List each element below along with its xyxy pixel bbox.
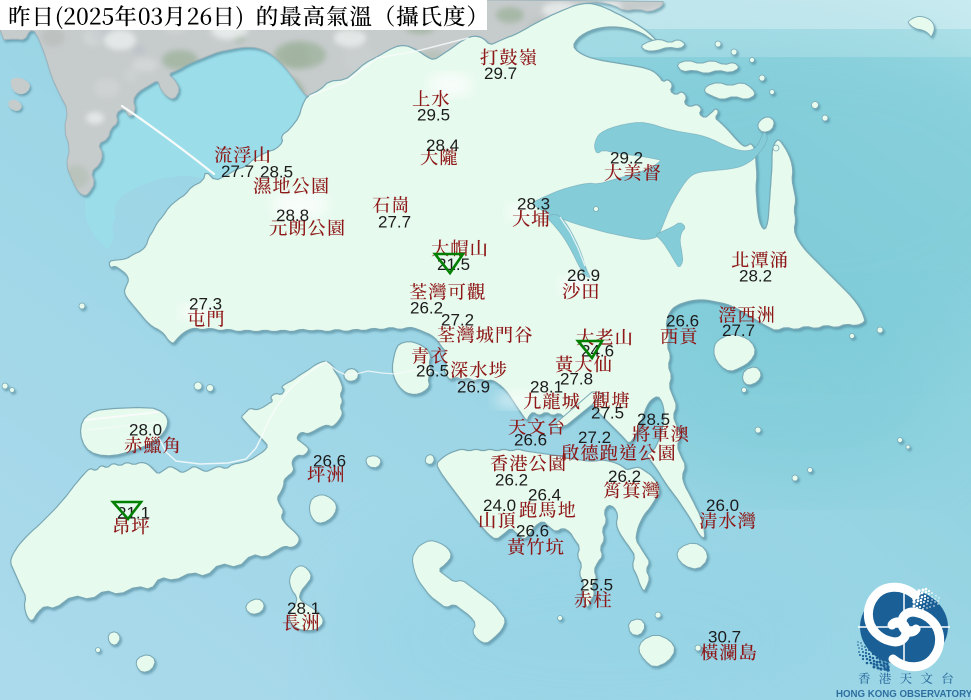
svg-text:24.0: 24.0 — [483, 496, 516, 515]
svg-text:27.5: 27.5 — [591, 404, 624, 423]
svg-text:27.8: 27.8 — [560, 370, 593, 389]
svg-text:28.3: 28.3 — [517, 195, 550, 214]
svg-text:26.6: 26.6 — [514, 431, 547, 450]
svg-text:28.0: 28.0 — [129, 421, 162, 440]
svg-text:25.5: 25.5 — [580, 576, 613, 595]
svg-text:26.6: 26.6 — [666, 312, 699, 331]
svg-text:HONG KONG OBSERVATORY: HONG KONG OBSERVATORY — [836, 689, 971, 700]
svg-text:28.1: 28.1 — [287, 599, 320, 618]
svg-text:27.3: 27.3 — [189, 295, 222, 314]
svg-text:28.5: 28.5 — [637, 410, 670, 429]
svg-text:26.9: 26.9 — [567, 266, 600, 285]
svg-text:30.7: 30.7 — [708, 628, 741, 647]
svg-text:27.7: 27.7 — [378, 213, 411, 232]
svg-text:29.5: 29.5 — [417, 106, 450, 125]
svg-text:27.2: 27.2 — [441, 311, 474, 330]
svg-text:28.2: 28.2 — [739, 267, 772, 286]
svg-text:29.7: 29.7 — [484, 64, 517, 83]
svg-text:26.6: 26.6 — [516, 522, 549, 541]
svg-text:28.8: 28.8 — [276, 206, 309, 225]
svg-text:27.2: 27.2 — [578, 428, 611, 447]
svg-text:28.5: 28.5 — [260, 163, 293, 182]
svg-text:26.9: 26.9 — [457, 378, 490, 397]
svg-text:26.4: 26.4 — [528, 486, 561, 505]
svg-text:28.4: 28.4 — [426, 136, 459, 155]
svg-text:26.2: 26.2 — [410, 299, 443, 318]
svg-text:29.2: 29.2 — [610, 149, 643, 168]
svg-text:26.5: 26.5 — [416, 362, 449, 381]
svg-text:26.6: 26.6 — [313, 452, 346, 471]
svg-text:26.2: 26.2 — [495, 471, 528, 490]
svg-text:27.7: 27.7 — [722, 321, 755, 340]
svg-text:26.2: 26.2 — [608, 467, 641, 486]
svg-text:26.0: 26.0 — [706, 496, 739, 515]
svg-text:28.1: 28.1 — [530, 378, 563, 397]
svg-text:27.7: 27.7 — [221, 162, 254, 181]
